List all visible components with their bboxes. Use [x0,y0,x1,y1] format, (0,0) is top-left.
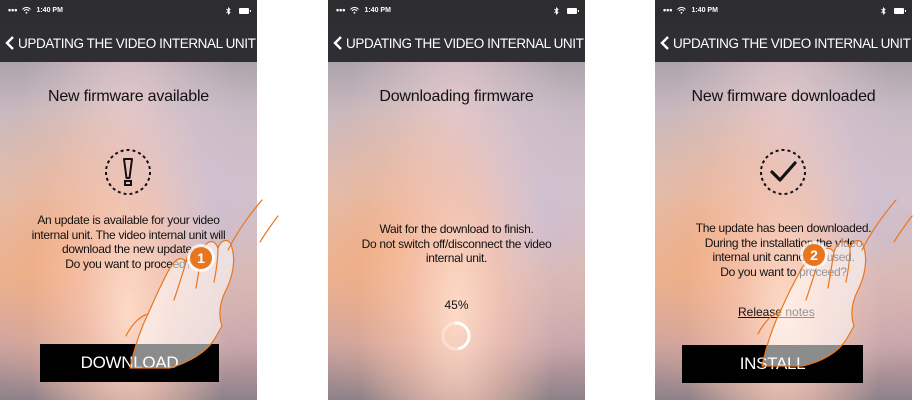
message-line: The update has been downloaded. [695,221,872,235]
release-notes-link[interactable]: Release notes [738,305,815,319]
battery-icon [894,8,906,14]
status-bar: ••• 1:40 PM [0,0,257,24]
back-button[interactable]: UPDATING THE VIDEO INTERNAL UNIT [660,24,911,62]
wifi-icon [677,7,687,14]
message-line: download the new update. [62,242,195,256]
phone-screen-firmware-downloaded: ••• 1:40 PM UPDATING THE VIDEO INTERNAL … [655,0,912,400]
nav-bar: UPDATING THE VIDEO INTERNAL UNIT [655,24,912,62]
phone-screen-downloading: ••• 1:40 PM UPDATING THE VIDEO INTERNAL … [328,0,585,400]
exclamation-icon [105,149,151,195]
message-line: During the installation the video [704,235,863,250]
nav-bar: UPDATING THE VIDEO INTERNAL UNIT [0,24,257,62]
message-line: Do not switch off/disconnect the video [361,236,552,251]
bluetooth-icon [554,7,559,15]
progress-percent: 45% [444,298,469,312]
back-button[interactable]: UPDATING THE VIDEO INTERNAL UNIT [333,24,584,62]
checkmark-icon [760,149,806,195]
bluetooth-icon [881,7,886,15]
message-line: An update is available for your video [37,213,220,227]
message-line: Do you want to proceed? [720,264,847,279]
chevron-left-icon [660,36,669,50]
step-badge: 2 [803,244,825,266]
message-line: Wait for the download to finish. [379,222,534,236]
update-message: An update is available for your video in… [6,213,251,271]
message-line: Do you want to proceed? [65,256,192,271]
signal-icon: ••• [336,5,346,15]
message-line: internal unit cannot be used. [712,250,855,264]
wifi-icon [350,7,360,14]
bluetooth-icon [226,7,231,15]
install-button[interactable]: INSTALL [682,345,863,383]
status-time: 1:40 PM [691,7,718,14]
back-button[interactable]: UPDATING THE VIDEO INTERNAL UNIT [5,24,256,62]
download-button[interactable]: DOWNLOAD [40,344,219,382]
message-line: internal unit. [425,251,488,265]
nav-title: UPDATING THE VIDEO INTERNAL UNIT [346,35,584,51]
screen-title: New firmware downloaded [691,88,876,105]
battery-icon [567,8,579,14]
downloaded-message: The update has been downloaded. During t… [661,221,906,279]
chevron-left-icon [5,36,14,50]
screen-title: New firmware available [48,88,209,105]
signal-icon: ••• [663,5,673,15]
screen-title: Downloading firmware [379,88,534,105]
download-message: Wait for the download to finish. Do not … [334,222,579,266]
loading-spinner-icon [441,321,471,351]
signal-icon: ••• [8,5,18,15]
battery-icon [239,8,251,14]
phone-screen-firmware-available: ••• 1:40 PM UPDATING THE VIDEO INTERNAL … [0,0,257,400]
chevron-left-icon [333,36,342,50]
status-time: 1:40 PM [364,7,391,14]
nav-title: UPDATING THE VIDEO INTERNAL UNIT [673,35,911,51]
status-bar: ••• 1:40 PM [655,0,912,24]
status-bar: ••• 1:40 PM [328,0,585,24]
step-badge: 1 [190,247,212,269]
wifi-icon [22,7,32,14]
message-line: internal unit. The video internal unit w… [31,227,226,242]
nav-title: UPDATING THE VIDEO INTERNAL UNIT [18,35,256,51]
nav-bar: UPDATING THE VIDEO INTERNAL UNIT [328,24,585,62]
status-time: 1:40 PM [36,7,63,14]
